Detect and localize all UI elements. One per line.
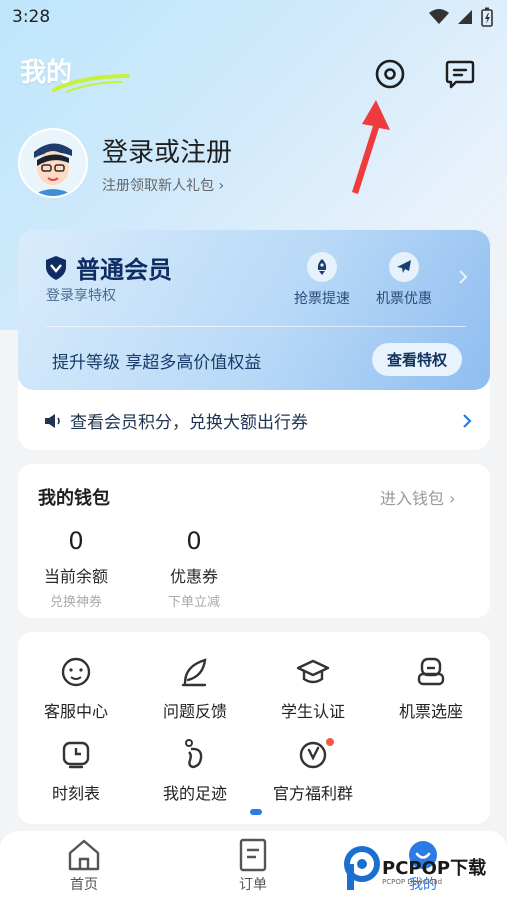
notification-dot (326, 738, 334, 746)
member-points-row[interactable]: 查看会员积分，兑换大额出行券 (44, 408, 472, 433)
tab-label: 订单 (239, 877, 267, 893)
upgrade-benefit-text: 提升等级 享超多高价值权益 (52, 353, 262, 373)
wallet-balance-label: 当前余额 (43, 567, 108, 586)
annotation-arrow-icon (352, 100, 390, 194)
pcpop-logo-icon (344, 846, 380, 890)
status-time: 3:28 (12, 7, 51, 27)
service-customer-center[interactable]: 客服中心 (21, 656, 131, 722)
service-label: 官方福利群 (272, 784, 353, 803)
rocket-icon (317, 259, 327, 275)
service-label: 学生认证 (280, 702, 345, 721)
tab-home[interactable]: 首页 (39, 838, 129, 894)
service-icon (61, 657, 91, 687)
shield-icon (46, 255, 66, 280)
member-level-label: 普通会员 (76, 256, 172, 284)
avatar-illustration-icon (20, 130, 86, 196)
perk-fast-ticket[interactable]: 抢票提速 (287, 252, 357, 308)
service-seat-selection[interactable]: 机票选座 (376, 656, 486, 722)
service-timetable[interactable]: 时刻表 (21, 738, 131, 804)
avatar[interactable] (18, 128, 88, 198)
service-footprint[interactable]: 我的足迹 (140, 738, 250, 804)
wallet-coupons-label: 优惠券 (169, 567, 218, 586)
perk-label: 抢票提速 (294, 291, 350, 307)
wallet-balance-hint: 兑换神券 (49, 595, 102, 610)
service-feedback[interactable]: 问题反馈 (140, 656, 250, 722)
service-label: 时刻表 (51, 784, 100, 803)
page-indicator (250, 809, 262, 815)
wallet-coupons-hint: 下单立减 (167, 595, 220, 610)
seat-icon (417, 657, 445, 686)
service-student-verify[interactable]: 学生认证 (258, 656, 368, 722)
speaker-icon (45, 413, 60, 428)
wallet-coupons[interactable]: 0 优惠券 下单立减 (149, 527, 239, 610)
message-icon[interactable] (444, 58, 476, 90)
member-level-title: 普通会员 (44, 250, 172, 285)
watermark-brand: PCPOP下载 (382, 858, 487, 879)
login-register-title[interactable]: 登录或注册 (102, 132, 232, 169)
status-bar: 3:28 (0, 0, 507, 34)
title-decoration-stroke (52, 74, 130, 93)
perk-flight-discount[interactable]: 机票优惠 (369, 252, 439, 308)
battery-icon (481, 7, 493, 27)
graduation-cap-icon (296, 659, 330, 684)
wallet-balance-value: 0 (68, 527, 84, 555)
order-icon (239, 838, 267, 872)
perk-label: 机票优惠 (376, 291, 432, 307)
wifi-icon (429, 9, 449, 24)
profile-section[interactable]: 登录或注册 注册领取新人礼包 › (18, 128, 232, 198)
member-points-text: 查看会员积分，兑换大额出行券 (70, 413, 308, 433)
service-welfare-group[interactable]: 官方福利群 (258, 738, 368, 804)
enter-wallet-link[interactable]: 进入钱包 › (380, 485, 456, 509)
chevron-right-icon[interactable] (458, 270, 468, 284)
member-card-divider (46, 326, 466, 327)
tab-orders[interactable]: 订单 (208, 838, 298, 894)
footprint-icon (185, 739, 203, 769)
watermark-sub: PCPOP Download (382, 878, 443, 886)
group-icon (299, 741, 327, 769)
member-login-hint: 登录享特权 (46, 288, 116, 304)
wallet-title: 我的钱包 (38, 488, 110, 509)
wallet-balance[interactable]: 0 当前余额 兑换神券 (31, 527, 121, 610)
service-label: 我的足迹 (162, 784, 227, 803)
service-label: 客服中心 (43, 702, 108, 721)
home-icon (68, 839, 100, 871)
plane-icon (397, 260, 411, 273)
settings-icon[interactable] (374, 58, 406, 90)
wallet-coupons-value: 0 (186, 527, 202, 555)
tab-label: 首页 (70, 877, 98, 893)
view-privileges-button[interactable]: 查看特权 (372, 343, 462, 376)
pcpop-watermark: PCPOP下载 PCPOP Download (344, 846, 504, 894)
chevron-right-icon (463, 413, 472, 428)
clock-icon (62, 741, 90, 769)
signal-icon (458, 10, 472, 24)
service-label: 问题反馈 (162, 702, 227, 721)
service-label: 机票选座 (398, 702, 463, 721)
new-user-gift-link[interactable]: 注册领取新人礼包 › (102, 175, 232, 195)
feedback-icon (181, 658, 207, 687)
